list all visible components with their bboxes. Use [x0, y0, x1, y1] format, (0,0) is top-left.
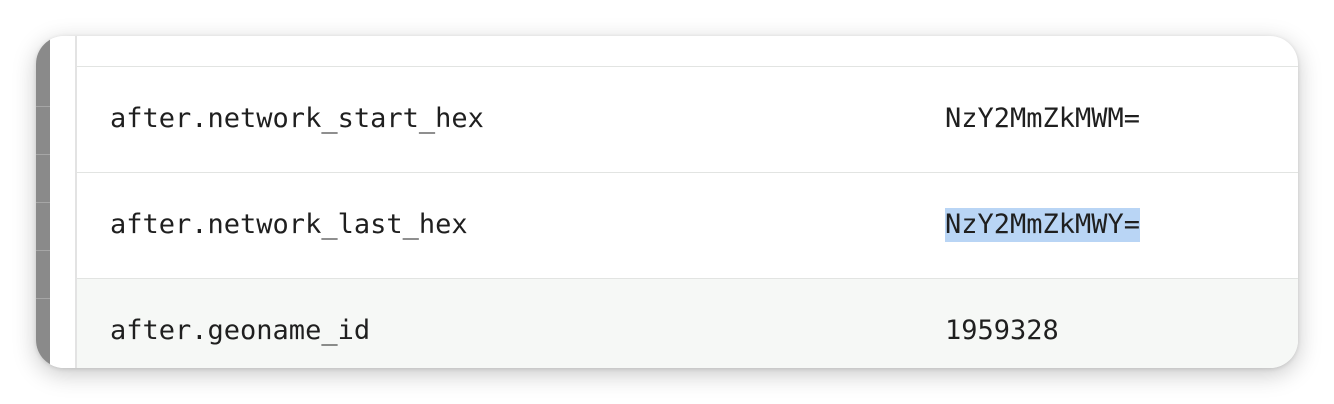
left-scroll-strip [36, 36, 50, 368]
field-value-selected[interactable]: NzY2MmZkMWY= [945, 208, 1141, 242]
details-panel: after.network_start_hex NzY2MmZkMWM= aft… [36, 36, 1298, 368]
strip-tick [36, 106, 50, 107]
strip-tick [36, 154, 50, 155]
table-row-partial [77, 36, 1298, 67]
field-value[interactable]: NzY2MmZkMWM= [945, 102, 1140, 136]
table-gutter [50, 36, 77, 368]
strip-tick [36, 202, 50, 203]
field-name: after.geoname_id [110, 315, 371, 346]
key-value-table: after.network_start_hex NzY2MmZkMWM= aft… [77, 36, 1298, 368]
table-row[interactable]: after.geoname_id 1959328 [77, 279, 1298, 368]
screenshot-stage: after.network_start_hex NzY2MmZkMWM= aft… [0, 0, 1334, 404]
field-name: after.network_start_hex [110, 103, 484, 134]
field-value[interactable]: 1959328 [945, 314, 1059, 348]
field-name: after.network_last_hex [110, 209, 468, 240]
table-row[interactable]: after.network_last_hex NzY2MmZkMWY= [77, 173, 1298, 279]
strip-tick [36, 298, 50, 299]
strip-tick [36, 250, 50, 251]
table-row[interactable]: after.network_start_hex NzY2MmZkMWM= [77, 67, 1298, 173]
